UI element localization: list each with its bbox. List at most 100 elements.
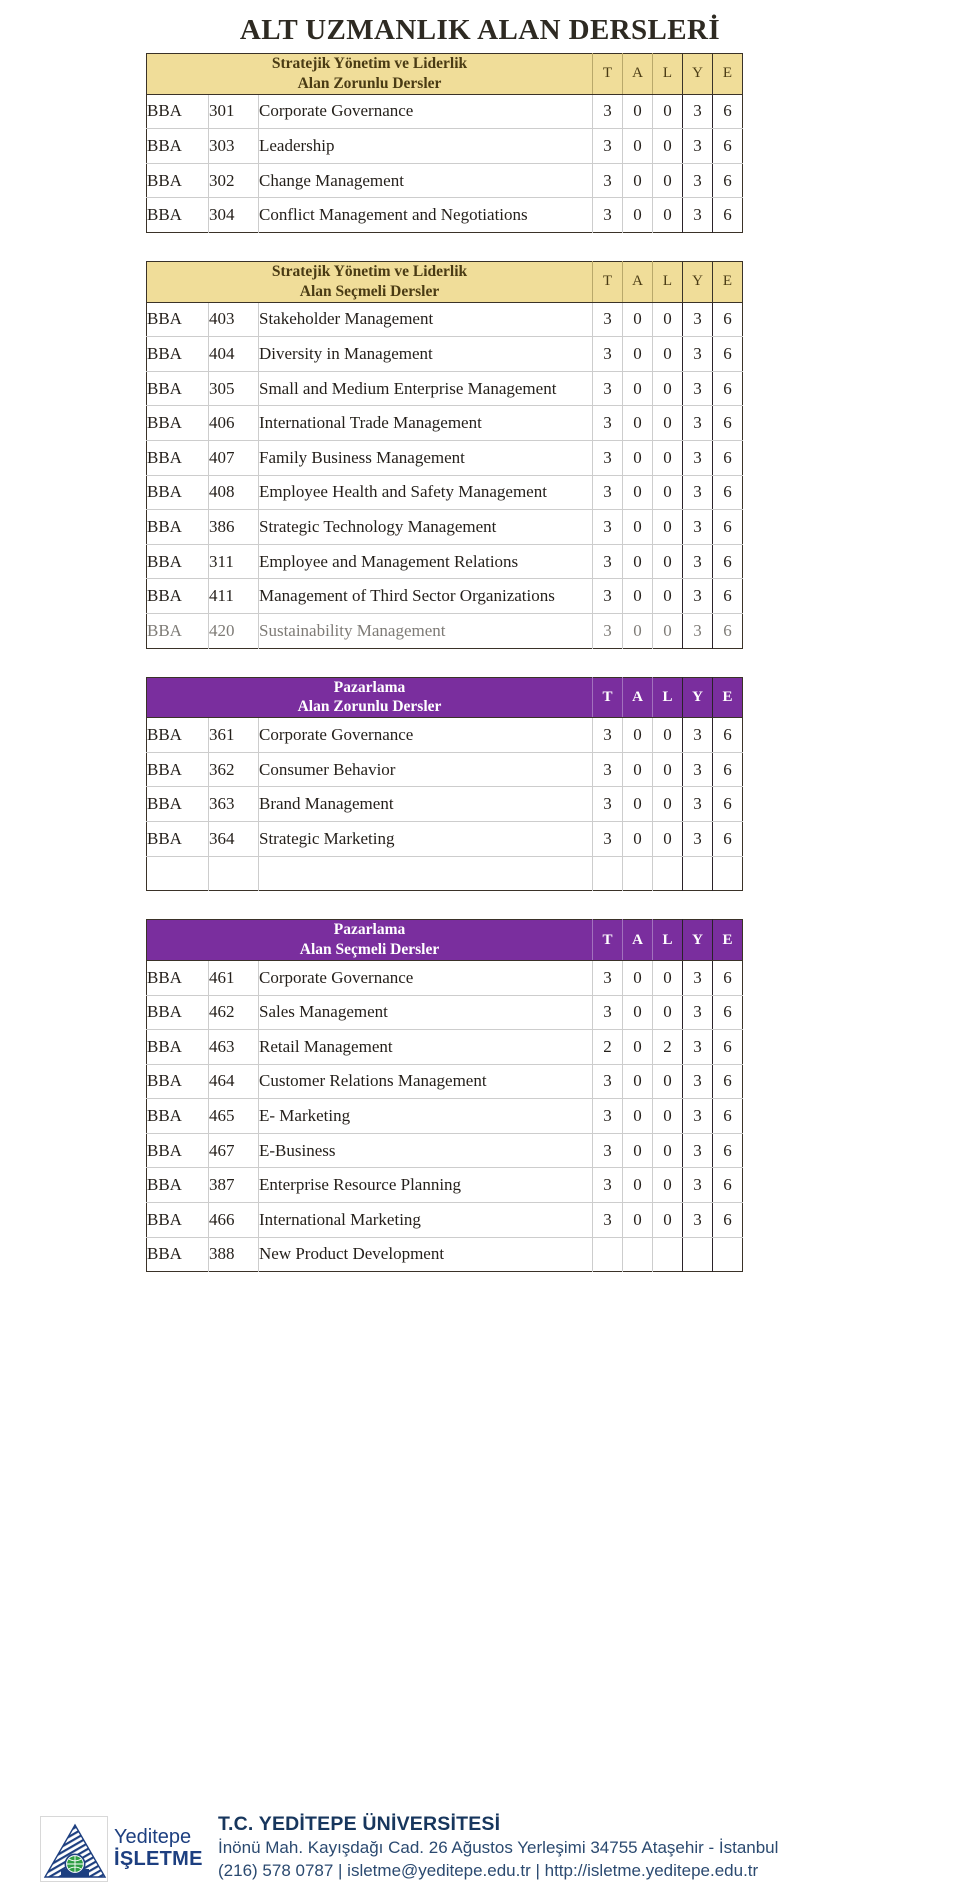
course-credit-l: 0 (652, 960, 683, 996)
course-credit-a: 0 (622, 440, 653, 476)
course-code: 411 (208, 578, 259, 615)
course-credit-y: 3 (682, 960, 713, 996)
course-credit-a: 0 (622, 197, 653, 233)
column-header-y: Y (682, 677, 713, 719)
course-prefix: BBA (146, 995, 209, 1031)
course-credit-l: 0 (652, 1133, 683, 1169)
course-credit-e (712, 1237, 743, 1272)
course-prefix: BBA (146, 509, 209, 545)
course-prefix: BBA (146, 475, 209, 511)
course-credit-t: 3 (592, 509, 623, 545)
course-credit-t: 3 (592, 440, 623, 476)
course-name (258, 856, 593, 891)
column-header-e: E (712, 677, 743, 719)
course-credit-l: 0 (652, 995, 683, 1031)
course-credit-t: 3 (592, 163, 623, 199)
table-row: BBA 407 Family Business Management 3 0 0 3 6 (146, 440, 743, 476)
course-code: 311 (208, 544, 259, 580)
column-header-e: E (712, 53, 743, 95)
course-name: Change Management (258, 163, 593, 199)
table-row: BBA 467 E-Business 3 0 0 3 6 (146, 1133, 743, 1169)
course-name: International Trade Management (258, 405, 593, 442)
course-code: 406 (208, 405, 259, 442)
course-credit-t: 3 (592, 821, 623, 857)
course-code: 408 (208, 475, 259, 511)
course-credit-t (592, 856, 623, 891)
course-credit-e: 6 (712, 336, 743, 372)
course-prefix: BBA (146, 786, 209, 823)
course-prefix: BBA (146, 128, 209, 164)
course-code: 302 (208, 163, 259, 199)
course-credit-t: 3 (592, 995, 623, 1031)
course-credit-e: 6 (712, 544, 743, 580)
course-credit-t (592, 1237, 623, 1272)
course-name: E- Marketing (258, 1098, 593, 1134)
course-name: Retail Management (258, 1029, 593, 1065)
column-header-a: A (622, 261, 653, 303)
table-spacer (146, 233, 960, 261)
course-prefix (146, 856, 209, 891)
course-name: E-Business (258, 1133, 593, 1169)
course-credit-l: 0 (652, 405, 683, 442)
course-credit-e: 6 (712, 94, 743, 130)
course-name: Family Business Management (258, 440, 593, 476)
course-credit-a: 0 (622, 509, 653, 545)
course-credit-a: 0 (622, 613, 653, 649)
course-prefix: BBA (146, 371, 209, 407)
course-credit-t: 3 (592, 302, 623, 338)
course-credit-e: 6 (712, 1202, 743, 1238)
course-credit-a: 0 (622, 960, 653, 996)
course-prefix: BBA (146, 1029, 209, 1065)
column-header-y: Y (682, 261, 713, 303)
course-credit-y: 3 (682, 475, 713, 511)
table-row: BBA 363 Brand Management 3 0 0 3 6 (146, 786, 743, 823)
course-code: 304 (208, 197, 259, 233)
table-row: BBA 305 Small and Medium Enterprise Manage… (146, 371, 743, 407)
footer-contact-line: (216) 578 0787 | isletme@yeditepe.edu.tr… (218, 1860, 759, 1880)
table-row: BBA 361 Corporate Governance 3 0 0 3 6 (146, 717, 743, 753)
table-row: BBA 301 Corporate Governance 3 0 0 3 6 (146, 94, 743, 130)
course-prefix: BBA (146, 1133, 209, 1169)
column-header-y: Y (682, 53, 713, 95)
table-row: BBA 408 Employee Health and Safety Managem… (146, 475, 743, 511)
course-credit-e: 6 (712, 786, 743, 823)
course-credit-y: 3 (682, 544, 713, 580)
column-header-t: T (592, 677, 623, 719)
course-credit-y: 3 (682, 1098, 713, 1134)
footer-contact-block: T.C. YEDİTEPE ÜNİVERSİTESİ İnönü Mah. Ka… (192, 1812, 778, 1884)
course-credit-a (622, 856, 653, 891)
course-credit-l: 0 (652, 578, 683, 615)
course-name: Sales Management (258, 995, 593, 1031)
course-credit-a: 0 (622, 336, 653, 372)
course-code: 467 (208, 1133, 259, 1169)
course-credit-y: 3 (682, 1133, 713, 1169)
course-credit-t: 3 (592, 1167, 623, 1204)
course-credit-t: 3 (592, 544, 623, 580)
course-credit-t: 3 (592, 717, 623, 753)
course-credit-e: 6 (712, 1029, 743, 1065)
course-name: Corporate Governance (258, 717, 593, 753)
course-name: Brand Management (258, 786, 593, 823)
course-credit-y: 3 (682, 717, 713, 753)
course-credit-t: 3 (592, 1202, 623, 1238)
course-credit-t: 3 (592, 405, 623, 442)
course-code: 363 (208, 786, 259, 823)
footer-university-name: T.C. YEDİTEPE ÜNİVERSİTESİ (218, 1813, 501, 1836)
table-row: BBA 464 Customer Relations Management 3 0 0 3 6 (146, 1064, 743, 1100)
course-credit-a: 0 (622, 405, 653, 442)
course-prefix: BBA (146, 578, 209, 615)
course-code: 303 (208, 128, 259, 164)
course-credit-e: 6 (712, 1133, 743, 1169)
course-credit-y: 3 (682, 440, 713, 476)
table-group-header: Stratejik Yönetim ve Liderlik Alan Seçme… (146, 261, 743, 303)
column-header-a: A (622, 677, 653, 719)
course-credit-y: 3 (682, 786, 713, 823)
table-row: BBA 411 Management of Third Sector Organiz… (146, 578, 743, 615)
course-credit-l: 0 (652, 94, 683, 130)
course-credit-a: 0 (622, 1133, 653, 1169)
yeditepe-triangle-logo-icon (40, 1816, 108, 1882)
page-footer: Yeditepe İŞLETME T.C. YEDİTEPE ÜNİVERSİT… (0, 1770, 960, 1890)
course-code: 388 (208, 1237, 259, 1272)
course-name: Consumer Behavior (258, 752, 593, 788)
column-header-a: A (622, 53, 653, 95)
